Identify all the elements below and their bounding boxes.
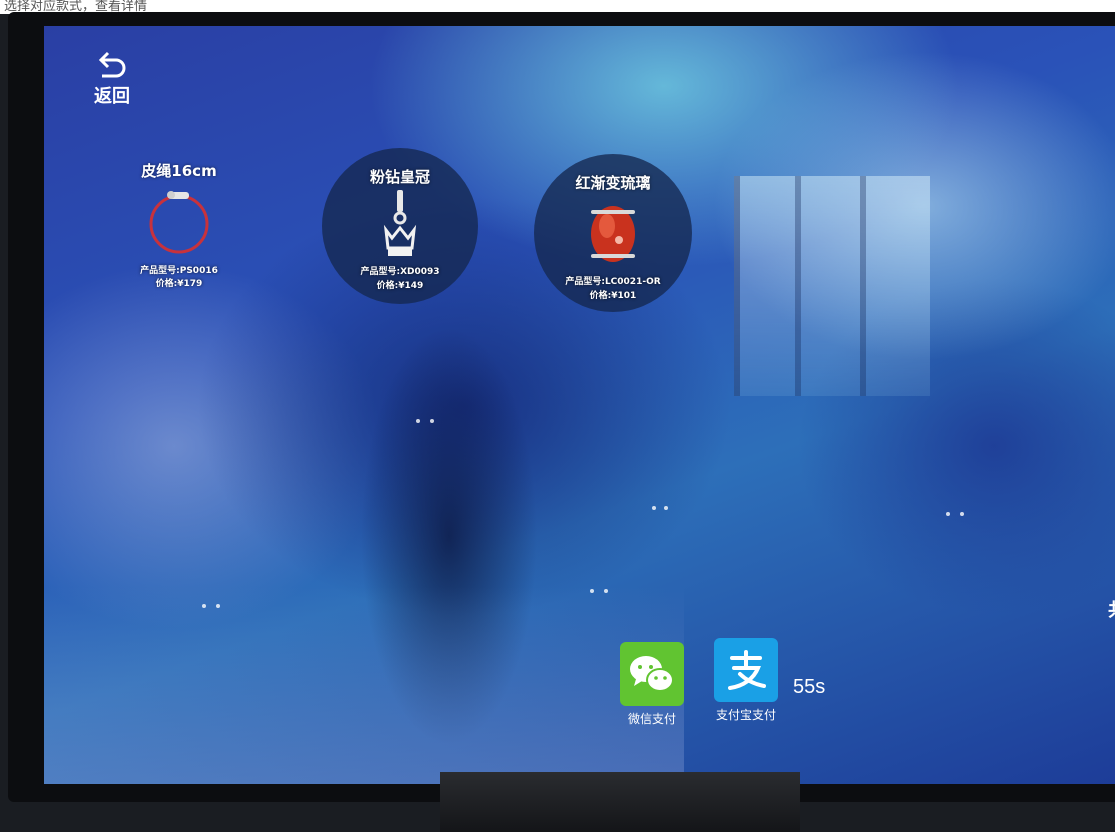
monitor-stand xyxy=(440,772,800,832)
crown-charm-image xyxy=(380,190,420,266)
floor-reflection xyxy=(44,586,684,784)
sparkle-dot xyxy=(590,589,594,593)
back-label: 返回 xyxy=(94,86,130,107)
monitor-bezel: 返回 皮绳16cm 产品型号:PS0016 价格:¥179 粉钻皇冠 产品型号:… xyxy=(8,12,1115,802)
wechat-icon xyxy=(620,642,684,706)
wechat-pay-button[interactable]: 微信支付 xyxy=(620,642,684,727)
product-model: 产品型号:LC0021-OR xyxy=(565,277,661,287)
product-price: 价格:¥149 xyxy=(376,281,424,291)
product-name: 红渐变琉璃 xyxy=(575,174,651,192)
product-card-lc0021-or[interactable]: 红渐变琉璃 产品型号:LC0021-OR 价格:¥101 xyxy=(534,154,692,312)
sparkle-dot xyxy=(416,419,420,423)
sparkle-dot xyxy=(664,506,668,510)
back-button[interactable]: 返回 xyxy=(88,48,136,114)
sparkle-dot xyxy=(604,589,608,593)
product-name: 粉钻皇冠 xyxy=(369,168,430,186)
bracelet-image xyxy=(141,186,217,258)
partial-total-text: 共 xyxy=(1108,596,1115,622)
countdown-timer: 55s xyxy=(793,676,826,698)
product-model: 产品型号:XD0093 xyxy=(360,267,440,277)
wechat-pay-label: 微信支付 xyxy=(627,712,676,726)
sparkle-dot xyxy=(960,512,964,516)
product-model: 产品型号:PS0016 xyxy=(140,266,218,276)
sparkle-dot xyxy=(946,512,950,516)
kiosk-screen: 返回 皮绳16cm 产品型号:PS0016 价格:¥179 粉钻皇冠 产品型号:… xyxy=(44,26,1115,784)
alipay-button[interactable]: 支付宝支付 xyxy=(714,638,778,723)
product-price: 价格:¥101 xyxy=(589,291,637,301)
sparkle-dot xyxy=(430,419,434,423)
product-price: 价格:¥179 xyxy=(155,279,203,289)
product-card-xd0093[interactable]: 粉钻皇冠 产品型号:XD0093 价格:¥149 xyxy=(322,148,478,304)
window-reflection xyxy=(734,176,930,396)
glass-bead-image xyxy=(587,202,639,270)
back-arrow-icon xyxy=(94,48,130,84)
sparkle-dot xyxy=(652,506,656,510)
product-card-ps0016[interactable]: 皮绳16cm 产品型号:PS0016 价格:¥179 xyxy=(104,156,254,306)
alipay-label: 支付宝支付 xyxy=(715,708,776,722)
sparkle-dot xyxy=(202,604,206,608)
sparkle-dot xyxy=(216,604,220,608)
alipay-icon xyxy=(714,638,778,702)
product-name: 皮绳16cm xyxy=(141,162,217,180)
